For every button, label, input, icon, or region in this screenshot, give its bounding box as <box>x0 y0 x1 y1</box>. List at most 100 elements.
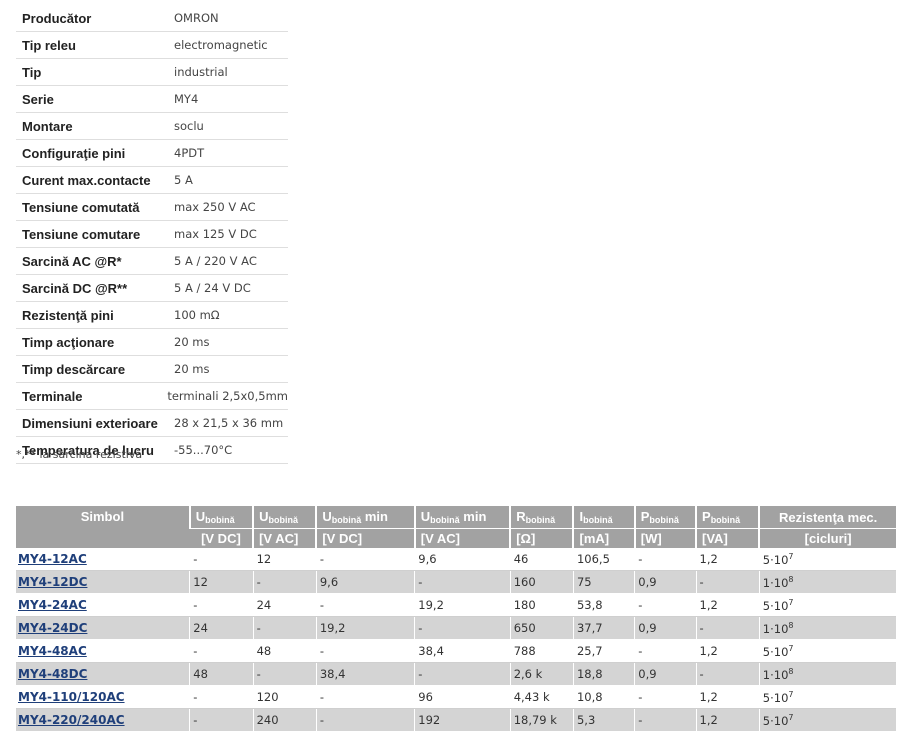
header-subscript: bobină <box>649 515 679 525</box>
mech-base: 1·10 <box>762 621 789 636</box>
spec-value: electromagnetic <box>174 38 268 52</box>
value-cell: 53,8 <box>572 593 635 617</box>
value-cell: 0,9 <box>634 662 697 686</box>
header-unit: [Ω] <box>509 528 574 548</box>
header-suffix: min <box>361 509 388 524</box>
spec-row: Sarcină DC @R** 5 A / 24 V DC <box>16 275 288 302</box>
header-unit: [VA] <box>695 528 760 548</box>
mech-endurance-cell: 1·108 <box>758 662 896 686</box>
models-table: Simbol Ubobină Ubobină Ubobină min Ubobină m… <box>16 506 896 732</box>
value-cell: 9,6 <box>315 570 415 594</box>
value-cell: - <box>414 616 511 640</box>
value-cell: 1,2 <box>695 593 760 617</box>
model-symbol-link[interactable]: MY4-48AC <box>18 644 87 658</box>
mech-exponent: 7 <box>788 712 794 722</box>
mech-exponent: 8 <box>788 666 794 676</box>
spec-label: Tensiune comutată <box>22 199 140 215</box>
header-column-label: Ubobină <box>252 506 317 529</box>
value-cell: - <box>634 639 697 663</box>
spec-row: Terminale terminali 2,5x0,5mm <box>16 383 288 410</box>
value-cell: 240 <box>252 708 317 732</box>
header-unit: [W] <box>633 528 697 548</box>
value-cell: - <box>634 685 697 709</box>
mech-exponent: 8 <box>788 620 794 630</box>
model-symbol-link[interactable]: MY4-12DC <box>18 575 87 589</box>
mech-endurance-cell: 5·107 <box>758 593 896 617</box>
value-cell: 192 <box>414 708 511 732</box>
mech-exponent: 7 <box>788 689 794 699</box>
symbol-cell: MY4-110/120AC <box>16 685 190 709</box>
value-cell: 9,6 <box>414 548 511 571</box>
value-cell: - <box>414 662 511 686</box>
value-cell: - <box>315 708 415 732</box>
spec-label: Timp descărcare <box>22 361 126 377</box>
spec-row: Tip releu electromagnetic <box>16 32 288 59</box>
spec-value: terminali 2,5x0,5mm <box>167 389 288 403</box>
value-cell: 0,9 <box>634 570 697 594</box>
model-row: MY4-12AC -12-9,6 46 106,5-1,2 5·107 <box>16 548 896 571</box>
value-cell: 1,2 <box>695 639 760 663</box>
value-cell: 96 <box>414 685 511 709</box>
header-unit: [mA] <box>572 528 635 548</box>
symbol-cell: MY4-12AC <box>16 548 190 571</box>
header-column-label: Ubobină min <box>315 506 415 529</box>
header-unit: [V DC] <box>189 528 254 548</box>
spec-label: Producător <box>22 10 92 26</box>
value-cell: 1,2 <box>695 685 760 709</box>
spec-label: Sarcină AC @R* <box>22 253 122 269</box>
value-cell: 106,5 <box>572 548 635 571</box>
value-cell: 2,6 k <box>509 662 574 686</box>
model-symbol-link[interactable]: MY4-24AC <box>18 598 87 612</box>
spec-label: Timp acţionare <box>22 334 115 350</box>
header-column-label: Rezistenţa mec. <box>758 506 896 529</box>
spec-value: OMRON <box>174 11 219 25</box>
header-symbol-main: U <box>195 509 206 524</box>
value-cell: 5,3 <box>572 708 635 732</box>
spec-value: 100 mΩ <box>174 308 220 322</box>
model-row: MY4-48DC 48-38,4-2,6 k 18,8 0,9-1·108 <box>16 662 896 686</box>
spec-value: 5 A / 24 V DC <box>174 281 251 295</box>
value-cell: - <box>414 570 511 594</box>
mech-base: 5·10 <box>762 552 789 567</box>
spec-row: Serie MY4 <box>16 86 288 113</box>
value-cell: 48 <box>189 662 254 686</box>
mech-base: 5·10 <box>762 713 789 728</box>
spec-value: 20 ms <box>174 335 210 349</box>
header-subscript: bobină <box>430 515 460 525</box>
spec-value: 5 A <box>174 173 193 187</box>
spec-row: Montare soclu <box>16 113 288 140</box>
symbol-cell: MY4-24DC <box>16 616 190 640</box>
spec-label: Sarcină DC @R** <box>22 280 128 296</box>
value-cell: 788 <box>509 639 574 663</box>
symbol-cell: MY4-12DC <box>16 570 190 594</box>
spec-value: MY4 <box>174 92 199 106</box>
value-cell: 0,9 <box>634 616 697 640</box>
mech-exponent: 7 <box>788 597 794 607</box>
model-symbol-link[interactable]: MY4-110/120AC <box>18 690 125 704</box>
model-symbol-link[interactable]: MY4-48DC <box>18 667 87 681</box>
value-cell: 19,2 <box>315 616 415 640</box>
header-subscript: bobină <box>583 515 613 525</box>
header-column-label: Pbobină <box>695 506 760 529</box>
model-symbol-link[interactable]: MY4-220/240AC <box>18 713 125 727</box>
value-cell: 38,4 <box>315 662 415 686</box>
mech-base: 1·10 <box>762 667 789 682</box>
spec-label: Dimensiuni exterioare <box>22 415 158 431</box>
mech-exponent: 8 <box>788 574 794 584</box>
spec-label: Terminale <box>22 388 83 404</box>
header-unit: [V DC] <box>315 528 415 548</box>
spec-label: Tensiune comutare <box>22 226 141 242</box>
header-symbol-main: U <box>420 509 431 524</box>
model-symbol-link[interactable]: MY4-12AC <box>18 552 87 566</box>
spec-row: Tensiune comutare max 125 V DC <box>16 221 288 248</box>
spec-value: industrial <box>174 65 228 79</box>
spec-label: Tip <box>22 64 42 80</box>
value-cell: 1,2 <box>695 708 760 732</box>
spec-label: Configuraţie pini <box>22 145 126 161</box>
spec-row: Tip industrial <box>16 59 288 86</box>
spec-row: Timp descărcare 20 ms <box>16 356 288 383</box>
model-symbol-link[interactable]: MY4-24DC <box>18 621 87 635</box>
spec-row: Tensiune comutată max 250 V AC <box>16 194 288 221</box>
header-symbol: Simbol <box>16 506 190 548</box>
value-cell: 160 <box>509 570 574 594</box>
